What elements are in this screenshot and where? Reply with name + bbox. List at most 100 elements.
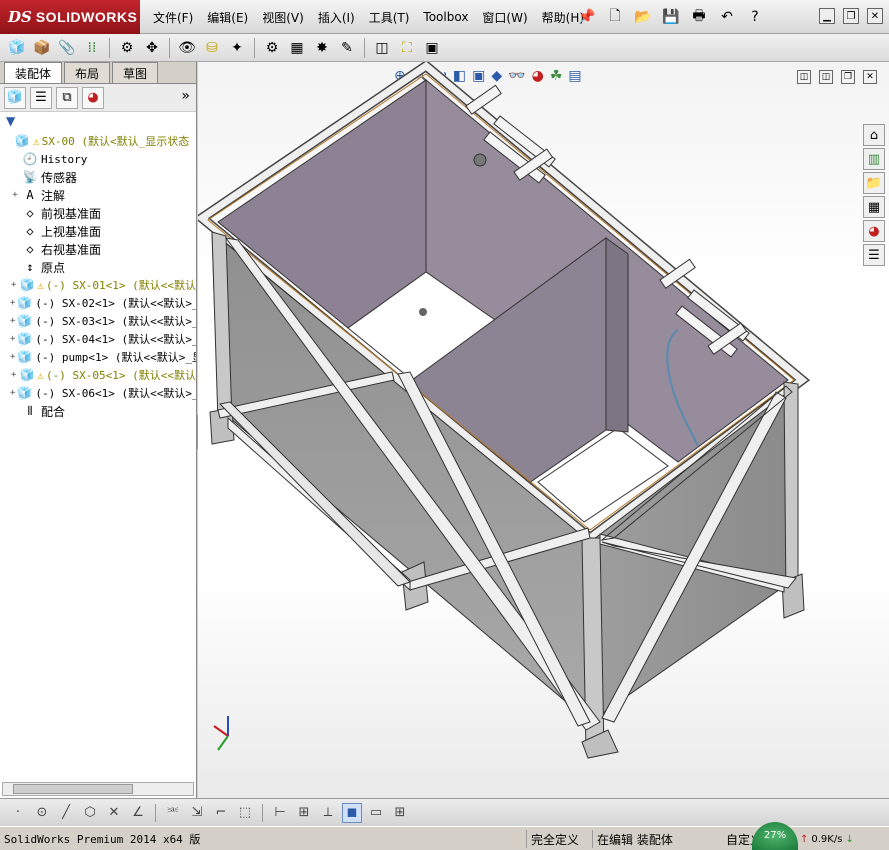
circle-icon[interactable]: ⊙ xyxy=(32,803,52,823)
tree-expander-icon[interactable]: + xyxy=(10,370,17,380)
minimize-icon[interactable]: ▁ xyxy=(819,8,835,24)
menu-view[interactable]: 视图(V) xyxy=(255,9,311,26)
plane-icon: ◇ xyxy=(26,242,34,256)
smart-fasteners-icon[interactable]: ⚙ xyxy=(116,37,138,59)
corner-rectangle-icon[interactable]: ⬚ xyxy=(235,803,255,823)
tab-layout[interactable]: 布局 xyxy=(64,62,111,83)
show-hidden-icon[interactable]: 👁 xyxy=(176,37,198,59)
tree-item-label: (-) pump<1> (默认<<默认>_显 xyxy=(35,351,196,364)
new-motion-study-icon[interactable]: ⚙ xyxy=(261,37,283,59)
offset-icon[interactable]: ⇲ xyxy=(187,803,207,823)
tree-item-history[interactable]: 🕘 History xyxy=(0,150,196,168)
feature-manager-icon[interactable]: 🧊 xyxy=(4,86,26,109)
scrollbar-thumb[interactable] xyxy=(13,784,133,794)
tree-item-component[interactable]: + 🧊 (-) SX-03<1> (默认<<默认>_ xyxy=(0,312,196,330)
polygon-icon[interactable]: ⬡ xyxy=(80,803,100,823)
close-icon[interactable]: ✕ xyxy=(867,8,883,24)
menu-toolbox[interactable]: Toolbox xyxy=(416,10,475,24)
open-folder-icon[interactable]: 📂 xyxy=(632,6,654,28)
tree-item-mates[interactable]: ⦀ 配合 xyxy=(0,402,196,420)
menu-tools[interactable]: 工具(T) xyxy=(362,9,417,26)
menu-file[interactable]: 文件(F) xyxy=(146,9,200,26)
tree-item-component[interactable]: + 🧊 ⚠ (-) SX-01<1> (默认<<默认 xyxy=(0,276,196,294)
tree-expander-icon[interactable]: + xyxy=(10,190,20,200)
tree-item-plane[interactable]: ◇ 右视基准面 xyxy=(0,240,196,258)
convert-entities-icon[interactable]: ⌐ xyxy=(211,803,231,823)
pin-icon[interactable]: 📌 xyxy=(576,6,598,28)
tree-expander-icon[interactable]: + xyxy=(10,388,15,398)
tree-item-assembly[interactable]: 🧊 ⚠ SX-00 (默认<默认_显示状态 xyxy=(0,132,196,150)
tree-item-plane[interactable]: ◇ 上视基准面 xyxy=(0,222,196,240)
tree-item-component[interactable]: + 🧊 (-) pump<1> (默认<<默认>_显 xyxy=(0,348,196,366)
menu-edit[interactable]: 编辑(E) xyxy=(200,9,255,26)
exploded-view-icon[interactable]: ✸ xyxy=(311,37,333,59)
explode-line-sketch-icon[interactable]: ✎ xyxy=(336,37,358,59)
configuration-manager-icon[interactable]: ⧉ xyxy=(56,86,78,109)
shaded-display-icon[interactable]: ◼ xyxy=(342,802,362,823)
save-icon[interactable]: 💾 xyxy=(660,6,682,28)
mirror-icon[interactable]: ⎃ xyxy=(163,803,183,823)
horizontal-scrollbar[interactable] xyxy=(2,782,194,796)
app-name: SOLIDWORKS xyxy=(35,9,138,25)
tree-expander-icon[interactable]: + xyxy=(10,334,15,344)
mate-icon[interactable]: 📎 xyxy=(56,37,78,59)
tree-item-label: SX-00 (默认<默认_显示状态 xyxy=(41,135,190,148)
tree-item-plane[interactable]: ◇ 前视基准面 xyxy=(0,204,196,222)
tree-expander-icon[interactable]: + xyxy=(10,280,17,290)
tree-item-sensor[interactable]: 📡 传感器 xyxy=(0,168,196,186)
display-manager-icon[interactable]: ◕ xyxy=(82,86,104,109)
tree-item-annotation[interactable]: + A 注解 xyxy=(0,186,196,204)
restore-icon[interactable]: ❐ xyxy=(843,8,859,24)
trim-icon[interactable]: ✕ xyxy=(104,803,124,823)
bill-of-materials-icon[interactable]: ▦ xyxy=(286,37,308,59)
tree-item-label: 上视基准面 xyxy=(41,224,102,239)
line-icon[interactable]: ╱ xyxy=(56,803,76,823)
assembly-features-icon[interactable]: ⛁ xyxy=(201,37,223,59)
tree-expander-icon[interactable]: + xyxy=(10,316,15,326)
insert-component-icon[interactable]: 📦 xyxy=(31,37,53,59)
tree-item-label: (-) SX-03<1> (默认<<默认>_ xyxy=(35,315,196,328)
title-bar: DS SOLIDWORKS 文件(F) 编辑(E) 视图(V) 插入(I) 工具… xyxy=(0,0,889,34)
tree-expander-icon[interactable]: + xyxy=(10,298,15,308)
tree-item-label: (-) SX-02<1> (默认<<默认>_ xyxy=(35,297,196,310)
grid-icon[interactable]: ⊞ xyxy=(294,803,314,823)
new-document-icon[interactable]: 🗋 xyxy=(604,6,626,28)
tree-item-component[interactable]: + 🧊 (-) SX-04<1> (默认<<默认>_ xyxy=(0,330,196,348)
reference-geometry-icon[interactable]: ✦ xyxy=(226,37,248,59)
help-icon[interactable]: ? xyxy=(744,6,766,28)
tree-item-component[interactable]: + 🧊 (-) SX-06<1> (默认<<默认>_ xyxy=(0,384,196,402)
tab-assembly[interactable]: 装配体 xyxy=(4,62,63,83)
annotation-icon: A xyxy=(26,188,34,202)
print-icon[interactable]: 🖶 xyxy=(688,6,710,28)
linear-pattern-icon[interactable]: ⁞⁞ xyxy=(81,37,103,59)
tab-sketch[interactable]: 草图 xyxy=(112,62,159,83)
dimension-icon[interactable]: ⊢ xyxy=(270,803,290,823)
tile-view-icon[interactable]: ⊞ xyxy=(390,803,410,823)
filter-icon[interactable]: ▼ xyxy=(6,114,15,128)
options-icon[interactable]: ▣ xyxy=(421,37,443,59)
solidworks-logo[interactable]: DS SOLIDWORKS xyxy=(0,0,140,34)
undo-icon[interactable]: ↶ xyxy=(716,6,738,28)
sketch-relations-icon[interactable]: ⟂ xyxy=(318,803,338,823)
tree-item-component[interactable]: + 🧊 ⚠ (-) SX-05<1> (默认<<默认 xyxy=(0,366,196,384)
tree-expander-icon[interactable]: + xyxy=(10,352,15,362)
expand-more-icon[interactable]: » xyxy=(181,88,190,104)
graphics-area[interactable]: ⊕ 🔍 ↩ ◧ ▣ ◆ 👓 ◕ ☘ ▤ ◫ ◫ ❐ ✕ ⌂ ▥ 📁 ▦ ◕ ☰ xyxy=(198,62,889,798)
move-component-icon[interactable]: ✥ xyxy=(141,37,163,59)
warning-icon: ⚠ xyxy=(37,368,45,382)
tank-assembly-model[interactable] xyxy=(198,62,889,798)
tree-item-origin[interactable]: ↕ 原点 xyxy=(0,258,196,276)
menu-insert[interactable]: 插入(I) xyxy=(311,9,362,26)
extend-icon[interactable]: ∠ xyxy=(128,803,148,823)
instant3d-icon[interactable]: ⛶ xyxy=(396,37,418,59)
hidden-lines-icon[interactable]: ▭ xyxy=(366,803,386,823)
origin-icon: ↕ xyxy=(26,260,34,274)
interference-detection-icon[interactable]: ◫ xyxy=(371,37,393,59)
filter-input[interactable] xyxy=(15,114,165,128)
menu-window[interactable]: 窗口(W) xyxy=(475,9,534,26)
property-manager-icon[interactable]: ☰ xyxy=(30,86,52,109)
point-icon[interactable]: · xyxy=(8,803,28,823)
tree-item-label: 注解 xyxy=(41,188,66,203)
edit-component-icon[interactable]: 🧊 xyxy=(6,37,28,59)
tree-item-component[interactable]: + 🧊 (-) SX-02<1> (默认<<默认>_ xyxy=(0,294,196,312)
